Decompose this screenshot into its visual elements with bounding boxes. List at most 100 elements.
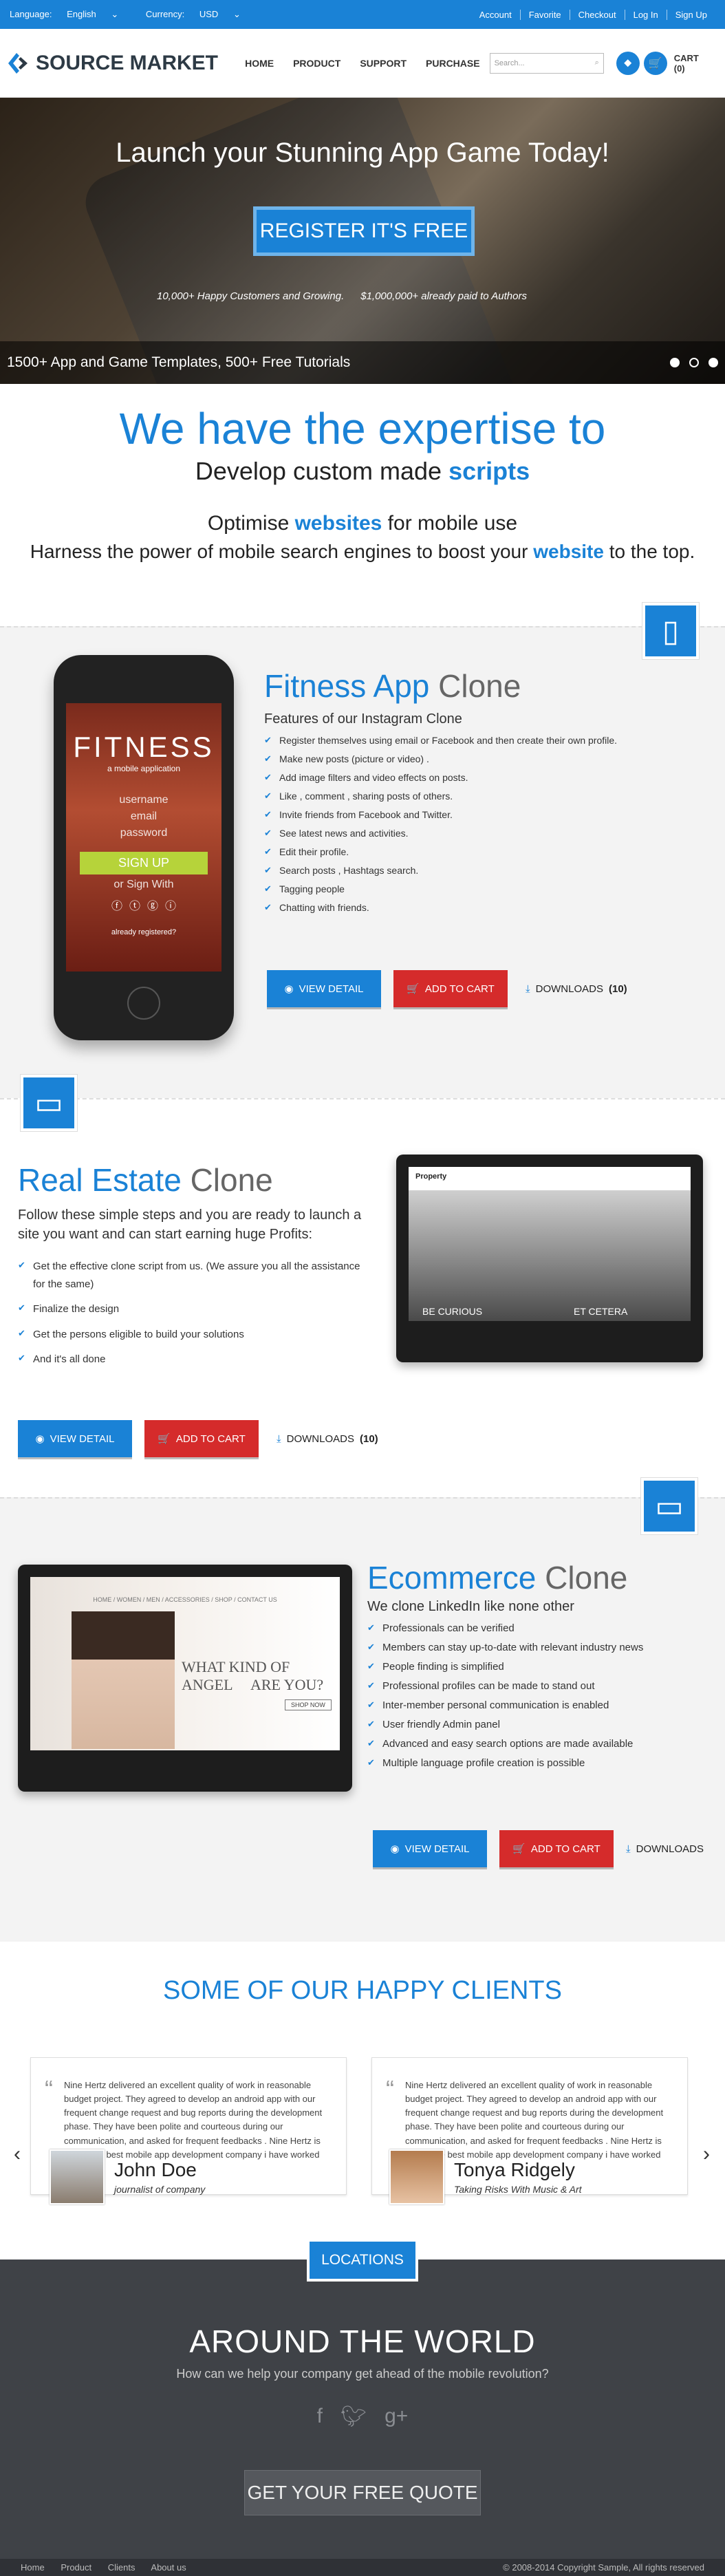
monitor-screen: HOME / WOMEN / MEN / ACCESSORIES / SHOP … [30,1577,340,1750]
quote-icon: “ [386,2075,394,2103]
testimonial-authors: John Doe journalist of company Tonya Ridg… [0,2133,725,2204]
chevron-down-icon: ⌄ [111,9,119,19]
tag-icon[interactable]: ⬥ [616,51,640,75]
hero-title: Launch your Stunning App Game Today! [116,138,609,168]
real-estate-title: Real Estate Clone [18,1162,273,1198]
phone-screen: FITNESS a mobile application username em… [66,703,221,972]
facebook-icon: ⓕ [111,901,122,912]
view-detail-button[interactable]: ◉ VIEW DETAIL [18,1420,132,1457]
locations-section: LOCATIONS AROUND THE WORLD How can we he… [0,2239,725,2559]
home-button [127,987,160,1020]
list-item: Like , comment , sharing posts of others… [264,791,677,802]
add-to-cart-button[interactable]: 🛒 ADD TO CART [393,970,508,1007]
list-item: Professional profiles can be made to sta… [367,1680,718,1692]
add-to-cart-button[interactable]: 🛒 ADD TO CART [499,1830,614,1867]
facebook-icon[interactable]: f [317,2405,323,2429]
nav-support[interactable]: SUPPORT [350,58,416,69]
nav-home[interactable]: HOME [235,58,283,69]
monitor-mockup: Property BE CURIOUS ET CETERA [396,1155,703,1362]
list-item: Get the effective clone script from us. … [18,1258,362,1293]
real-estate-actions: ◉ VIEW DETAIL 🛒 ADD TO CART ⤓ DOWNLOADS (10) [18,1420,378,1457]
real-estate-content: Real Estate Clone Follow these simple st… [18,1161,362,1376]
list-item: Advanced and easy search options are mad… [367,1738,718,1750]
footer-links: Home Product Clients About us [21,2562,200,2573]
nav-product[interactable]: PRODUCT [283,58,350,69]
list-item: Tagging people [264,883,677,894]
footer-link-product[interactable]: Product [61,2562,91,2573]
hero-stat-customers: 10,000+ Happy Customers and Growing. [157,290,345,302]
list-item: User friendly Admin panel [367,1719,718,1730]
list-item: Add image filters and video effects on p… [264,772,677,783]
search-input[interactable]: Search... ⌕ [489,52,604,74]
account-link[interactable]: Account [471,9,521,20]
checkout-link[interactable]: Checkout [570,9,625,20]
slider-dot[interactable] [689,358,699,367]
phone-mockup: FITNESS a mobile application username em… [54,655,234,1040]
slider-dot[interactable] [670,358,680,367]
list-item: Finalize the design [18,1300,362,1318]
hero-stats: 10,000+ Happy Customers and Growing. $1,… [157,290,527,302]
eye-icon: ◉ [390,1843,400,1855]
hero-caption: 1500+ App and Game Templates, 500+ Free … [7,354,351,370]
world-subheading: How can we help your company get ahead o… [176,2367,549,2381]
site-logo[interactable]: SOURCE MARKET [7,52,221,75]
ecommerce-title: Ecommerce Clone [367,1560,628,1596]
eye-icon: ◉ [284,983,294,995]
footer-link-clients[interactable]: Clients [108,2562,136,2573]
expertise-section: We have the expertise to Develop custom … [0,384,725,626]
twitter-icon[interactable]: 🐦︎ [340,2405,367,2429]
login-link[interactable]: Log In [625,9,667,20]
ecommerce-actions: ◉ VIEW DETAIL 🛒 ADD TO CART ⤓ DOWNLOADS [373,1830,704,1867]
signup-link[interactable]: Sign Up [667,10,715,20]
expertise-heading: We have the expertise to [119,404,606,453]
monitor-screen: Property BE CURIOUS ET CETERA [409,1167,691,1321]
favorite-link[interactable]: Favorite [521,9,570,20]
search-icon[interactable]: ⌕ [595,58,599,67]
list-item: Register themselves using email or Faceb… [264,735,677,746]
model-image [72,1611,175,1749]
hero-caption-bar: 1500+ App and Game Templates, 500+ Free … [0,341,725,384]
downloads-link[interactable]: ⤓ DOWNLOADS [626,1843,704,1855]
ecommerce-subtitle: We clone LinkedIn like none other [367,1599,574,1614]
googleplus-icon: ⓖ [147,901,159,912]
footer-link-home[interactable]: Home [21,2562,45,2573]
logo-mark-icon [8,52,28,74]
ecommerce-content: Ecommerce Clone We clone LinkedIn like n… [367,1559,718,1777]
ecommerce-section: ▭ HOME / WOMEN / MEN / ACCESSORIES / SHO… [0,1478,725,1942]
avatar [50,2149,105,2204]
register-button[interactable]: REGISTER IT'S FREE [253,206,475,256]
nav-purchase[interactable]: PURCHASE [416,58,490,69]
slider-dots [670,358,718,367]
add-to-cart-button[interactable]: 🛒 ADD TO CART [144,1420,259,1457]
footer-link-about[interactable]: About us [151,2562,186,2573]
chevron-down-icon: ⌄ [232,9,241,19]
header-icons: ⬥ 🛒 [616,51,667,75]
cart-icon: 🛒 [407,983,420,995]
social-links: f 🐦︎ g+ [0,2405,725,2429]
quote-icon: “ [45,2075,53,2103]
list-item: Inter-member personal communication is e… [367,1699,718,1711]
downloads-link[interactable]: ⤓ DOWNLOADS (10) [526,983,627,995]
list-item: And it's all done [18,1351,362,1368]
locations-button[interactable]: LOCATIONS [307,2239,418,2282]
monitor-icon: ▭ [21,1075,77,1131]
slider-dot[interactable] [708,358,718,367]
cart-icon[interactable]: 🛒 [643,51,667,75]
currency-selector[interactable]: Currency: USD ⌄ [146,9,253,19]
list-item: People finding is simplified [367,1661,718,1673]
cart-link[interactable]: CART (0) [674,53,711,74]
cart-icon: 🛒 [158,1433,171,1445]
real-estate-feature-list: Get the effective clone script from us. … [18,1258,362,1368]
monitor-mockup: HOME / WOMEN / MEN / ACCESSORIES / SHOP … [18,1565,352,1792]
downloads-link[interactable]: ⤓ DOWNLOADS (10) [277,1433,378,1445]
view-detail-button[interactable]: ◉ VIEW DETAIL [373,1830,487,1867]
list-item: Multiple language profile creation is po… [367,1757,718,1769]
avatar [389,2149,444,2204]
language-selector[interactable]: Language: English ⌄ [10,9,131,19]
list-item: Professionals can be verified [367,1622,718,1634]
list-item: Members can stay up-to-date with relevan… [367,1642,718,1653]
free-quote-button[interactable]: GET YOUR FREE QUOTE [244,2470,481,2515]
googleplus-icon[interactable]: g+ [385,2405,408,2429]
mobile-icon: ▯ [642,603,699,659]
view-detail-button[interactable]: ◉ VIEW DETAIL [267,970,381,1007]
